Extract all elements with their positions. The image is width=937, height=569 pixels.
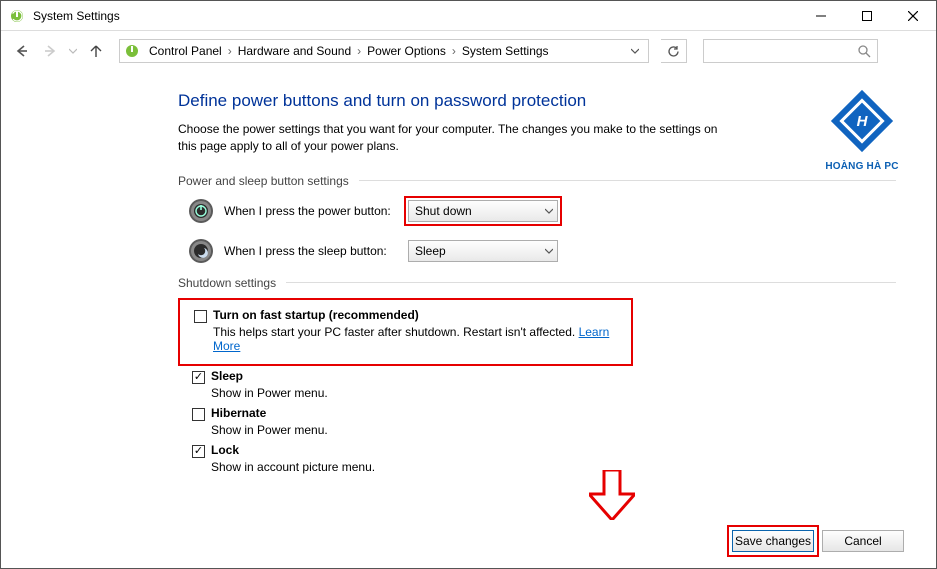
search-icon <box>858 45 871 58</box>
chevron-right-icon: › <box>227 44 233 58</box>
page-description: Choose the power settings that you want … <box>178 121 738 156</box>
save-changes-button[interactable]: Save changes <box>732 530 814 552</box>
chevron-right-icon: › <box>356 44 362 58</box>
breadcrumb-item[interactable]: System Settings <box>459 44 552 58</box>
minimize-button[interactable] <box>798 1 844 31</box>
lock-label: Lock <box>211 443 239 457</box>
fast-startup-description: This helps start your PC faster after sh… <box>213 325 623 353</box>
section-title: Power and sleep button settings <box>178 174 896 188</box>
sleep-label: Sleep <box>211 369 243 383</box>
hibernate-description: Show in Power menu. <box>211 423 896 437</box>
sleep-description: Show in Power menu. <box>211 386 896 400</box>
breadcrumb-item[interactable]: Hardware and Sound <box>235 44 354 58</box>
page-heading: Define power buttons and turn on passwor… <box>178 91 896 111</box>
breadcrumb-item[interactable]: Control Panel <box>146 44 225 58</box>
breadcrumb-item[interactable]: Power Options <box>364 44 449 58</box>
search-input[interactable] <box>703 39 878 63</box>
power-button-dropdown[interactable]: Shut down <box>408 200 558 222</box>
annotation-arrow-icon <box>589 470 635 523</box>
titlebar: System Settings <box>1 1 936 31</box>
fast-startup-label: Turn on fast startup (recommended) <box>213 308 419 322</box>
navbar: Control Panel› Hardware and Sound› Power… <box>1 31 936 71</box>
lock-description: Show in account picture menu. <box>211 460 896 474</box>
hibernate-checkbox[interactable] <box>192 408 205 421</box>
sleep-button-label: When I press the sleep button: <box>224 244 394 258</box>
dropdown-value: Shut down <box>415 204 472 218</box>
sleep-checkbox[interactable] <box>192 371 205 384</box>
chevron-right-icon: › <box>451 44 457 58</box>
power-button-icon <box>188 198 214 224</box>
cancel-button[interactable]: Cancel <box>822 530 904 552</box>
highlight-box: Turn on fast startup (recommended) This … <box>178 298 633 366</box>
history-dropdown[interactable] <box>67 40 79 62</box>
maximize-button[interactable] <box>844 1 890 31</box>
section-title: Shutdown settings <box>178 276 896 290</box>
back-button[interactable] <box>11 40 33 62</box>
sleep-button-icon <box>188 238 214 264</box>
power-icon <box>124 43 140 59</box>
highlight-box: Shut down <box>404 196 562 226</box>
chevron-down-icon <box>545 204 553 218</box>
up-button[interactable] <box>85 40 107 62</box>
lock-checkbox[interactable] <box>192 445 205 458</box>
refresh-button[interactable] <box>661 39 687 63</box>
hibernate-label: Hibernate <box>211 406 266 420</box>
close-button[interactable] <box>890 1 936 31</box>
dropdown-value: Sleep <box>415 244 446 258</box>
power-button-label: When I press the power button: <box>224 204 394 218</box>
forward-button[interactable] <box>39 40 61 62</box>
window-title: System Settings <box>33 9 120 23</box>
sleep-button-dropdown[interactable]: Sleep <box>408 240 558 262</box>
fast-startup-checkbox[interactable] <box>194 310 207 323</box>
chevron-down-icon <box>545 244 553 258</box>
address-bar[interactable]: Control Panel› Hardware and Sound› Power… <box>119 39 649 63</box>
section-label: Shutdown settings <box>178 276 276 290</box>
section-label: Power and sleep button settings <box>178 174 349 188</box>
chevron-down-icon[interactable] <box>626 47 644 55</box>
app-icon <box>9 8 25 24</box>
